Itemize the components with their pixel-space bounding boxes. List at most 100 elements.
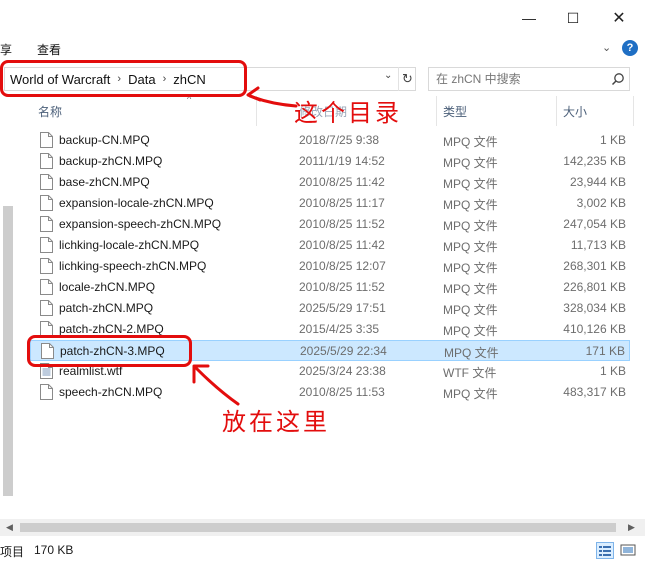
large-icons-view-icon [620, 544, 636, 556]
file-type: MPQ 文件 [443, 303, 498, 317]
minimize-button[interactable]: — [506, 0, 552, 36]
file-date: 2010/8/25 11:53 [299, 385, 385, 399]
scroll-left-icon[interactable]: ◀ [6, 522, 13, 533]
scroll-right-icon[interactable]: ▶ [628, 522, 635, 533]
file-type: MPQ 文件 [443, 198, 498, 212]
minimize-icon: — [522, 10, 536, 26]
file-date: 2010/8/25 11:52 [299, 217, 385, 231]
file-date: 2018/7/25 9:38 [299, 133, 380, 147]
file-date: 2010/8/25 11:42 [299, 238, 385, 252]
search-icon[interactable] [611, 72, 625, 86]
column-header-name[interactable]: 名称 [38, 96, 62, 126]
file-type: MPQ 文件 [443, 324, 498, 338]
file-size: 23,944 KB [569, 175, 626, 189]
scrollbar-thumb[interactable] [20, 523, 616, 532]
file-type: MPQ 文件 [443, 261, 498, 275]
file-row[interactable]: patch-zhCN.MPQ 2025/5/29 17:51 MPQ 文件 328,0… [30, 298, 630, 319]
annotation-arrow-icon [246, 86, 298, 108]
navigation-pane-scrollbar[interactable] [0, 126, 16, 516]
file-row[interactable]: speech-zhCN.MPQ 2010/8/25 11:53 MPQ 文件 483,… [30, 382, 630, 403]
annotation-box-path [0, 60, 247, 97]
scrollbar-thumb[interactable] [3, 206, 13, 496]
file-size: 1 KB [599, 133, 626, 147]
file-row[interactable]: locale-zhCN.MPQ 2010/8/25 11:52 MPQ 文件 226,… [30, 277, 630, 298]
file-row[interactable]: expansion-speech-zhCN.MPQ 2010/8/25 11:52… [30, 214, 630, 235]
file-name: base-zhCN.MPQ [59, 175, 150, 189]
tab-view[interactable]: 查看 [37, 41, 61, 58]
column-header-name-label: 名称 [38, 104, 63, 119]
file-row[interactable]: backup-zhCN.MPQ 2011/1/19 14:52 MPQ 文件 142,… [30, 151, 630, 172]
file-size: 410,126 KB [563, 322, 626, 336]
file-size: 171 KB [585, 344, 625, 358]
file-icon [40, 174, 53, 190]
large-icons-view-button[interactable] [619, 542, 637, 559]
file-size: 247,054 KB [563, 217, 626, 231]
file-size: 142,235 KB [563, 154, 626, 168]
search-input[interactable] [429, 68, 609, 90]
search-box[interactable] [428, 67, 630, 91]
file-icon [40, 195, 53, 211]
file-type: MPQ 文件 [444, 346, 499, 360]
file-name: lichking-locale-zhCN.MPQ [59, 238, 200, 252]
file-name: expansion-speech-zhCN.MPQ [59, 217, 222, 231]
column-divider[interactable] [436, 96, 437, 126]
file-icon [40, 132, 53, 148]
title-bar: — ☐ ✕ [0, 0, 645, 36]
file-row[interactable]: lichking-locale-zhCN.MPQ 2010/8/25 11:42 M… [30, 235, 630, 256]
column-divider[interactable] [633, 96, 634, 126]
file-icon [40, 237, 53, 253]
file-name: patch-zhCN-2.MPQ [59, 322, 164, 336]
file-date: 2025/5/29 22:34 [300, 344, 387, 358]
file-name: backup-zhCN.MPQ [59, 154, 163, 168]
refresh-button[interactable]: ↻ [398, 67, 416, 91]
file-size: 11,713 KB [570, 238, 626, 252]
file-icon [40, 216, 53, 232]
file-date: 2010/8/25 11:52 [299, 280, 385, 294]
file-date: 2010/8/25 11:42 [299, 175, 385, 189]
file-row[interactable]: lichking-speech-zhCN.MPQ 2010/8/25 12:07 M… [30, 256, 630, 277]
maximize-button[interactable]: ☐ [550, 0, 596, 36]
file-icon [40, 384, 53, 400]
file-type: MPQ 文件 [443, 135, 498, 149]
tab-share[interactable]: 享 [0, 41, 12, 58]
file-icon [40, 300, 53, 316]
status-bar: 项目 170 KB [0, 538, 645, 565]
annotation-text-place-here: 放在这里 [222, 408, 330, 436]
column-divider[interactable] [556, 96, 557, 126]
chevron-down-icon[interactable]: ⌄ [384, 70, 392, 81]
details-view-icon [599, 546, 611, 556]
status-selected-size: 170 KB [34, 543, 74, 557]
annotation-box-file [27, 335, 192, 367]
file-date: 2010/8/25 12:07 [299, 259, 386, 273]
file-row[interactable]: base-zhCN.MPQ 2010/8/25 11:42 MPQ 文件 23,944… [30, 172, 630, 193]
close-button[interactable]: ✕ [596, 0, 642, 36]
file-date: 2015/4/25 3:35 [299, 322, 380, 336]
annotation-text-directory: 这个目录 [294, 99, 402, 127]
file-name: patch-zhCN.MPQ [59, 301, 154, 315]
file-size: 328,034 KB [563, 301, 626, 315]
file-icon [40, 279, 53, 295]
file-icon [40, 258, 53, 274]
details-view-button[interactable] [596, 542, 614, 559]
close-icon: ✕ [612, 10, 626, 27]
horizontal-scrollbar[interactable]: ◀ ▶ [0, 519, 645, 536]
file-type: MPQ 文件 [443, 156, 498, 170]
ribbon-tabs: 享 查看 ⌄ [0, 36, 645, 62]
file-size: 226,801 KB [563, 280, 626, 294]
file-type: MPQ 文件 [443, 282, 498, 296]
column-header-type[interactable]: 类型 [443, 96, 467, 126]
file-row[interactable]: expansion-locale-zhCN.MPQ 2010/8/25 11:17… [30, 193, 630, 214]
expand-ribbon-icon[interactable]: ⌄ [602, 41, 611, 54]
file-type: MPQ 文件 [443, 219, 498, 233]
file-size: 3,002 KB [576, 196, 626, 210]
file-name: speech-zhCN.MPQ [59, 385, 163, 399]
file-size: 1 KB [599, 364, 626, 378]
file-row[interactable]: backup-CN.MPQ 2018/7/25 9:38 MPQ 文件 1 KB [30, 130, 630, 151]
column-header-size-label: 大小 [563, 104, 588, 119]
column-header-size[interactable]: 大小 [563, 96, 587, 126]
file-date: 2025/3/24 23:38 [299, 364, 386, 378]
file-name: backup-CN.MPQ [59, 133, 150, 147]
column-header-type-label: 类型 [443, 104, 468, 119]
help-icon[interactable]: ? [622, 40, 638, 56]
file-icon [40, 153, 53, 169]
